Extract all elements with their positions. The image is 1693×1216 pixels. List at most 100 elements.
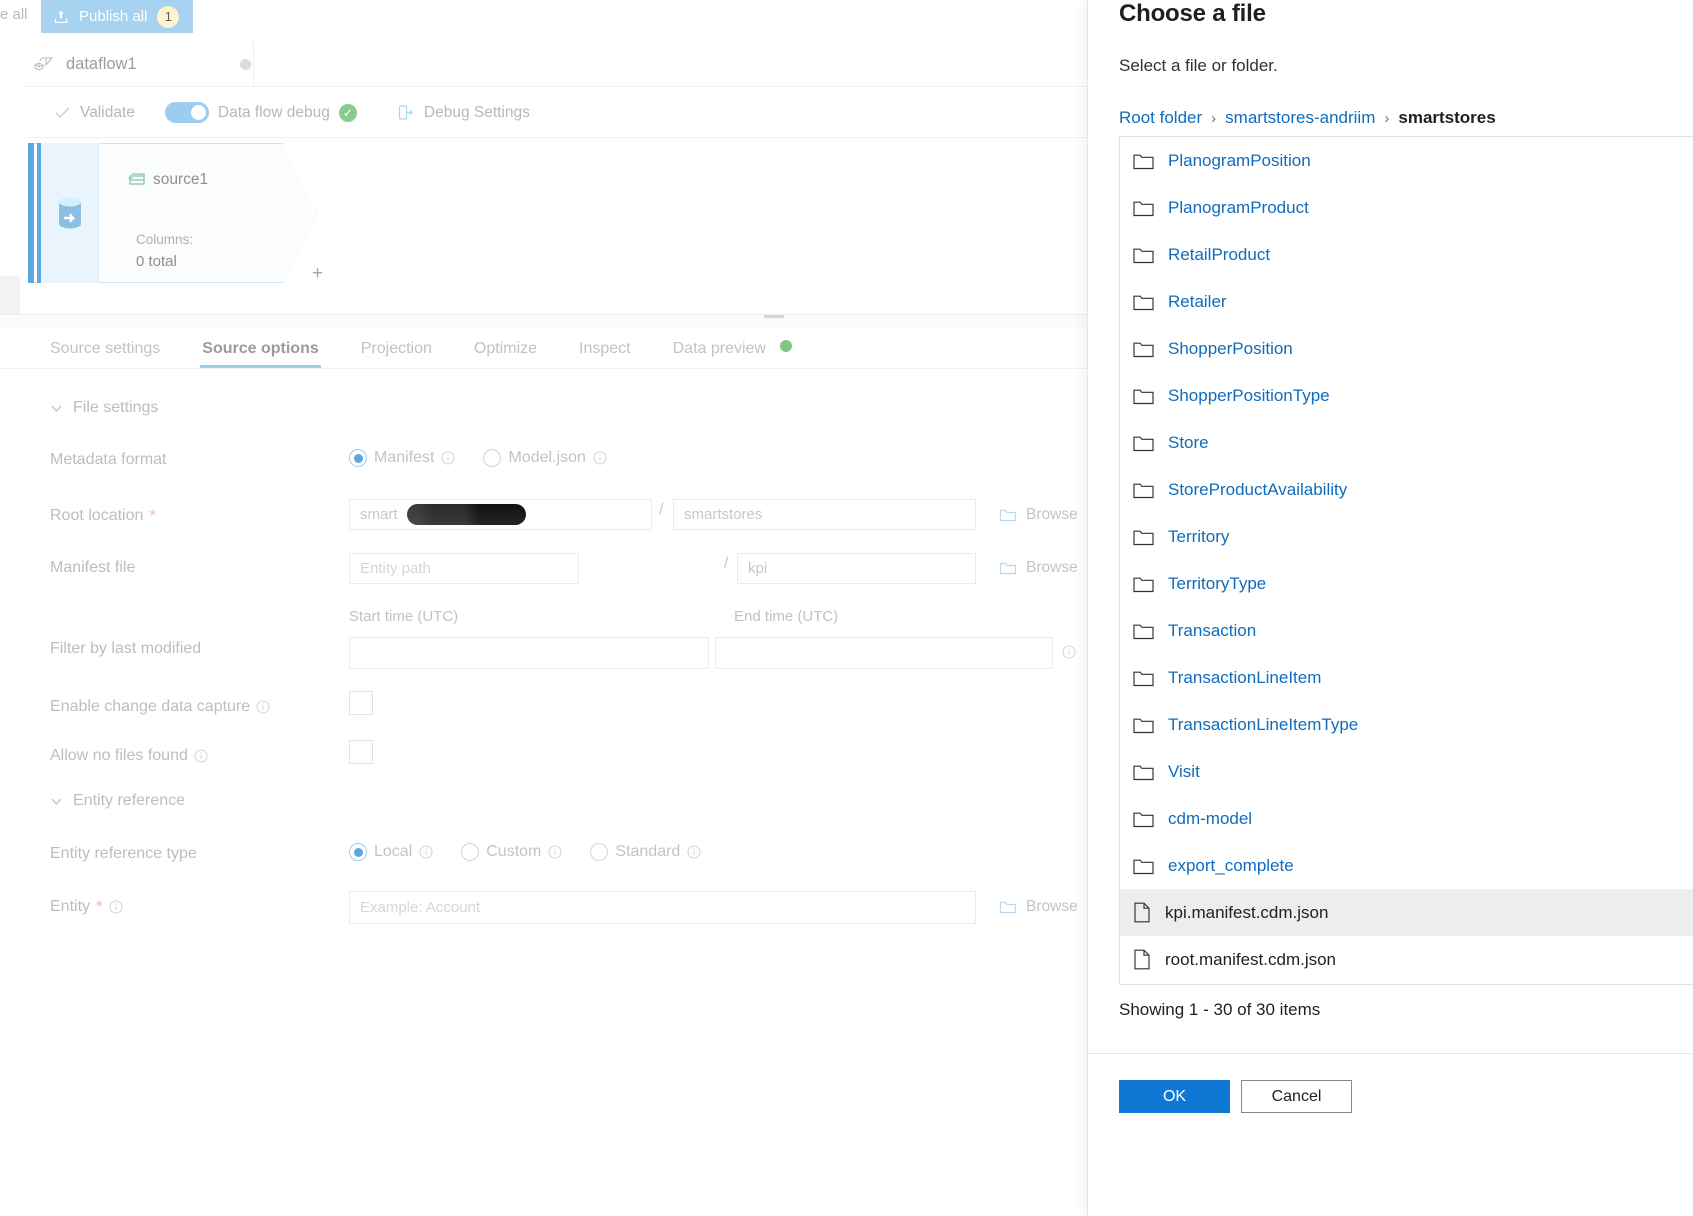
entity-input[interactable]: Example: Account (349, 891, 976, 924)
list-item-label: Transaction (1168, 620, 1257, 640)
label-text: Enable change data capture (50, 698, 251, 715)
radio-dot[interactable] (349, 843, 367, 861)
info-icon[interactable] (687, 845, 701, 859)
info-icon[interactable] (441, 451, 455, 465)
source-node[interactable]: source1 Columns: 0 total (28, 143, 318, 283)
file-list-item[interactable]: root.manifest.cdm.json (1120, 936, 1693, 983)
splitter-grip[interactable] (764, 315, 784, 318)
status-dot (239, 58, 251, 70)
radio-dot[interactable] (461, 843, 480, 861)
info-icon[interactable] (593, 451, 607, 465)
add-transform-button[interactable]: + (312, 263, 323, 285)
tab-optimize[interactable]: Optimize (474, 340, 537, 368)
radio-local[interactable]: Local (349, 843, 433, 861)
root-location-container-input[interactable]: smart (349, 499, 652, 530)
breadcrumb-item-root-folder[interactable]: Root folder (1119, 108, 1202, 128)
manifest-file-path-input[interactable]: Entity path (349, 553, 579, 584)
folder-list-item[interactable]: Territory (1120, 513, 1693, 560)
file-list-item[interactable]: kpi.manifest.cdm.json (1120, 889, 1693, 936)
folder-list-item[interactable]: ShopperPositionType (1120, 372, 1693, 419)
panel-splitter[interactable] (0, 314, 1100, 328)
input-value: smart (360, 506, 398, 523)
allow-no-files-found-checkbox[interactable] (349, 740, 373, 764)
choose-a-file-panel: Choose a file Select a file or folder. R… (1087, 0, 1693, 1216)
tab-source-options[interactable]: Source options (200, 340, 322, 368)
metadata-format-radio-group[interactable]: Manifest Model.json (349, 449, 635, 467)
folder-icon (999, 509, 1017, 522)
info-icon[interactable] (1062, 645, 1076, 659)
label-text: Root location (50, 507, 144, 524)
folder-list-item[interactable]: TransactionLineItemType (1120, 701, 1693, 748)
entity-reference-type-label: Entity reference type (50, 845, 197, 863)
entity-reference-section-header[interactable]: Entity reference (50, 792, 185, 810)
folder-list-item[interactable]: PlanogramProduct (1120, 184, 1693, 231)
folder-list-item[interactable]: Retailer (1120, 278, 1693, 325)
folder-list-item[interactable]: Store (1120, 419, 1693, 466)
database-stack-icon (128, 173, 145, 185)
folder-list-item[interactable]: export_complete (1120, 842, 1693, 889)
dataflow-canvas[interactable]: source1 Columns: 0 total + (0, 139, 1100, 314)
folder-icon (1133, 577, 1154, 592)
folder-list-item[interactable]: ShopperPosition (1120, 325, 1693, 372)
info-icon[interactable] (256, 700, 270, 714)
folder-list-item[interactable]: TransactionLineItem (1120, 654, 1693, 701)
dataflow-name-bar: dataflow1 (24, 41, 1100, 87)
debug-settings-button[interactable]: Debug Settings (389, 104, 538, 122)
dataflow-editor: e all Publish all 1 dataflow1 Validate D… (0, 0, 1100, 1216)
enable-change-data-capture-checkbox[interactable] (349, 691, 373, 715)
folder-list-item[interactable]: StoreProductAvailability (1120, 466, 1693, 513)
folder-icon (999, 562, 1017, 575)
entity-reference-type-radio-group[interactable]: Local Custom Standard (349, 843, 729, 861)
radio-standard[interactable]: Standard (590, 843, 701, 861)
tab-data-preview[interactable]: Data preview (673, 340, 793, 368)
ok-button[interactable]: OK (1119, 1080, 1230, 1113)
start-time-input[interactable] (349, 637, 709, 669)
radio-dot[interactable] (483, 449, 502, 467)
cancel-button[interactable]: Cancel (1241, 1080, 1352, 1113)
tab-source-settings[interactable]: Source settings (50, 340, 160, 368)
tab-label: Optimize (473, 340, 538, 357)
folder-icon (1133, 812, 1154, 827)
folder-list-item[interactable]: cdm-model (1120, 795, 1693, 842)
list-item-label: Store (1168, 432, 1209, 452)
tab-inspect[interactable]: Inspect (579, 340, 631, 368)
radio-model-json[interactable]: Model.json (483, 449, 607, 467)
screen: e all Publish all 1 dataflow1 Validate D… (0, 0, 1693, 1216)
manifest-file-browse-button[interactable]: Browse (999, 559, 1078, 577)
source-database-icon (58, 197, 81, 229)
validate-button[interactable]: Validate (46, 104, 143, 122)
data-flow-debug-toggle[interactable]: Data flow debug ✓ (157, 102, 365, 123)
info-icon[interactable] (109, 900, 123, 914)
file-browser-list[interactable]: PlanogramPosition PlanogramProduct RetailP… (1119, 136, 1693, 985)
tab-projection[interactable]: Projection (361, 340, 432, 368)
publish-all-button[interactable]: Publish all 1 (41, 0, 194, 33)
breadcrumb-item-smartstores[interactable]: smartstores (1398, 108, 1495, 128)
check-icon (55, 107, 70, 119)
debug-settings-icon (398, 104, 413, 120)
breadcrumb-item-smartstores-andriim[interactable]: smartstores-andriim (1225, 108, 1375, 128)
list-item-label: root.manifest.cdm.json (1165, 949, 1337, 969)
folder-list-item[interactable]: TerritoryType (1120, 560, 1693, 607)
manifest-file-name-input[interactable]: kpi (737, 553, 976, 584)
radio-dot[interactable] (349, 449, 367, 467)
info-icon[interactable] (419, 845, 433, 859)
list-item-label: cdm-model (1168, 808, 1253, 828)
folder-list-item[interactable]: Transaction (1120, 607, 1693, 654)
folder-list-item[interactable]: RetailProduct (1120, 231, 1693, 278)
radio-dot[interactable] (590, 843, 609, 861)
info-icon[interactable] (548, 845, 562, 859)
root-location-browse-button[interactable]: Browse (999, 506, 1078, 524)
end-time-input[interactable] (715, 637, 1053, 669)
root-location-folder-input[interactable]: smartstores (673, 499, 976, 530)
radio-manifest[interactable]: Manifest (349, 449, 455, 467)
folder-list-item[interactable]: PlanogramPosition (1120, 137, 1693, 184)
chevron-down-icon (51, 798, 62, 805)
discard-all-button[interactable]: e all (0, 6, 28, 23)
entity-browse-button[interactable]: Browse (999, 898, 1078, 916)
radio-custom[interactable]: Custom (461, 843, 562, 861)
toggle-switch[interactable] (164, 102, 209, 123)
info-icon[interactable] (194, 749, 208, 763)
file-settings-section-header[interactable]: File settings (50, 399, 158, 417)
breadcrumb: Root folder › smartstores-andriim › smar… (1119, 108, 1496, 128)
folder-list-item[interactable]: Visit (1120, 748, 1693, 795)
